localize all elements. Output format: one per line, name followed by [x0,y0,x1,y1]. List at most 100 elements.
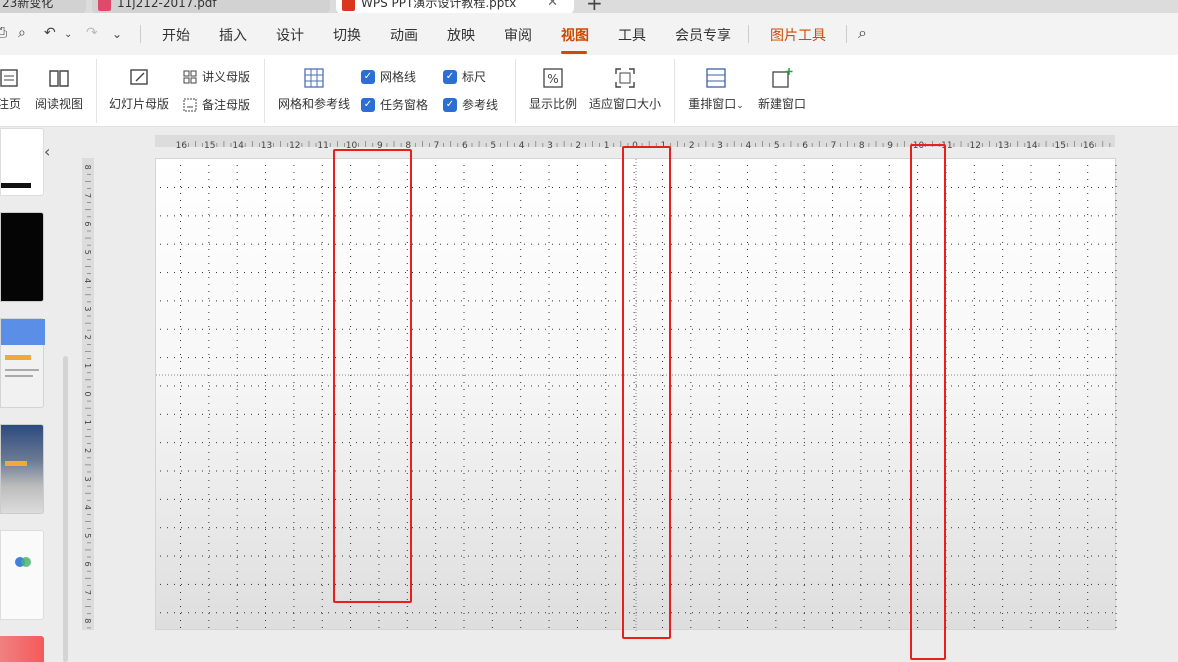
zoom-button[interactable]: % 显示比例 [528,67,578,112]
grid-dot [548,368,550,369]
close-icon[interactable]: ✕ [547,0,558,13]
tab-document-1[interactable]: 23新变化 [0,0,86,13]
grid-dot [748,385,749,387]
slide-thumbnail[interactable] [0,424,44,514]
grid-dot [1115,403,1117,404]
grid-dot [265,396,267,397]
slide-thumbnail[interactable] [0,530,44,620]
grid-dot [860,571,862,572]
menu-design[interactable]: 设计 [276,25,304,45]
notes-page-button[interactable]: 注页 [0,67,24,112]
chevron-down-icon[interactable]: ⌄ [112,27,122,41]
grid-dot [321,431,323,432]
ruler-checkbox[interactable]: ✓ 标尺 [443,68,486,85]
gridlines-checkbox[interactable]: ✓ 网格线 [361,68,416,85]
grid-dot [216,527,217,529]
menu-picture-tools[interactable]: 图片工具 [770,25,826,45]
grid-dot [236,214,238,215]
grid-dot [520,487,522,488]
grid-dot [1115,599,1117,600]
grid-dot [1030,424,1032,425]
tab-document-2[interactable]: 11j212-2017.pdf [92,0,330,13]
grid-dot [601,187,602,188]
guides-checkbox[interactable]: ✓ 参考线 [443,96,498,113]
chevron-left-icon[interactable]: ‹ [44,142,50,161]
menu-insert[interactable]: 插入 [219,25,247,45]
fit-window-button[interactable]: 适应窗口大小 [588,67,662,112]
new-window-button[interactable]: 新建窗口 [757,67,807,112]
slide-thumbnail[interactable] [0,128,44,196]
menu-animations[interactable]: 动画 [390,25,418,45]
task-pane-checkbox[interactable]: ✓ 任务窗格 [361,96,428,113]
grid-dot [520,354,522,355]
arrange-window-button[interactable]: 重排窗口⌄ [686,67,746,112]
undo-icon[interactable]: ↶ [44,25,56,41]
grid-dot [236,452,238,453]
grid-dot [1115,361,1117,362]
tab-document-3[interactable]: WPS PPT演示设计教程.pptx ✕ [336,0,574,13]
grid-dot [244,272,245,274]
menu-view[interactable]: 视图 [561,25,589,45]
grid-dot [1002,305,1004,306]
menu-review[interactable]: 审阅 [504,25,532,45]
slide-thumbnail[interactable] [0,212,44,302]
menu-slideshow[interactable]: 放映 [447,25,475,45]
grid-dot [216,328,217,330]
grid-dot [1056,243,1057,245]
grid-dot [832,326,834,327]
grid-dot [860,242,862,243]
grid-dot [174,413,175,415]
grid-dot [321,606,323,607]
menu-home[interactable]: 开始 [162,25,190,45]
grid-dot [286,357,287,359]
search-icon[interactable]: ⌕ [858,23,867,43]
grid-dot [1035,215,1036,217]
grid-dot [888,347,890,348]
slide-thumbnail[interactable] [0,636,44,662]
menu-tools[interactable]: 工具 [618,25,646,45]
grid-dot [706,413,707,415]
grid-dot [734,215,735,217]
redo-icon[interactable]: ↷ [86,25,98,41]
slide-thumbnail[interactable] [0,318,45,408]
grid-dot [690,536,692,537]
grid-dot [265,235,267,236]
grid-dot [860,498,861,500]
grid-dot [435,256,437,257]
grid-dot [1115,452,1117,453]
grid-dot [520,557,522,558]
grid-dot [1087,221,1089,222]
grid-dot [1087,487,1089,488]
handout-master-button[interactable]: 讲义母版 [183,68,250,85]
grid-dot [272,215,273,217]
menu-member[interactable]: 会员专享 [675,25,731,45]
grid-dot [594,300,595,302]
grid-dot [902,187,903,188]
grid-dot [1070,555,1071,557]
grid-dot [1087,298,1089,299]
chevron-down-icon[interactable]: ⌄ [64,29,72,40]
grid-dot [489,243,490,245]
print-preview-icon[interactable]: ⎙ [0,25,7,41]
grid-dot [1087,382,1089,383]
new-tab-icon[interactable]: + [586,0,603,13]
menu-transitions[interactable]: 切换 [333,25,361,45]
grid-guides-button[interactable]: 网格和参考线 [278,67,350,112]
notes-master-button[interactable]: 备注母版 [183,96,250,113]
grid-dot [747,487,748,488]
grid-dot [690,473,692,474]
thumbnail-circle [21,557,31,567]
grid-dot [520,186,522,187]
grid-dot [972,328,973,330]
slide-master-button[interactable]: 幻灯片母版 [108,67,170,112]
vertical-ruler[interactable]: 87654321012345678 [82,158,94,630]
grid-dot [804,357,805,359]
grid-dot [1058,298,1060,299]
grid-dot [1028,555,1029,557]
grid-dot [587,243,588,245]
reading-view-button[interactable]: 阅读视图 [33,67,85,112]
grid-dot [258,470,259,472]
thumbnail-scrollbar[interactable] [63,356,68,662]
zoom-preview-icon[interactable]: ⌕ [18,25,26,41]
grid-dot [307,612,308,614]
